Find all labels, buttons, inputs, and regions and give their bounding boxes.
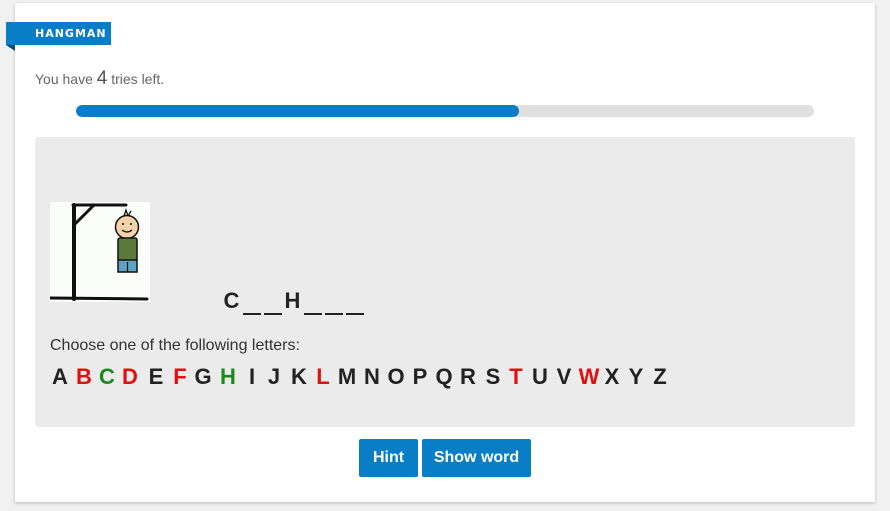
tries-count: 4: [96, 68, 108, 89]
letter-u-button[interactable]: U: [532, 363, 548, 391]
letter-s-button[interactable]: S: [486, 363, 501, 391]
letter-x-button[interactable]: X: [605, 363, 620, 391]
letter-c-button[interactable]: C: [99, 363, 115, 391]
blank-letter: [263, 287, 282, 315]
letter-a-button[interactable]: A: [52, 363, 68, 391]
letter-r-button[interactable]: R: [460, 363, 476, 391]
progress-fill: [76, 105, 519, 117]
letter-m-button[interactable]: M: [338, 363, 356, 391]
letter-z-button[interactable]: Z: [653, 363, 666, 391]
hint-button[interactable]: Hint: [359, 439, 418, 477]
revealed-letter: H: [284, 288, 301, 313]
letter-t-button[interactable]: T: [509, 363, 522, 391]
letter-prompt: Choose one of the following letters:: [50, 337, 300, 354]
hangman-drawing: [48, 203, 149, 301]
letter-d-button[interactable]: D: [122, 363, 138, 391]
letter-e-button[interactable]: E: [149, 363, 164, 391]
letter-picker: ABCDEFGHIJKLMNOPQRSTUVWXYZ: [50, 363, 680, 393]
letter-v-button[interactable]: V: [557, 363, 572, 391]
tries-progress-bar: [76, 105, 814, 117]
letter-y-button[interactable]: Y: [629, 363, 644, 391]
blank-letter: [303, 287, 322, 315]
masked-word: CH: [222, 285, 365, 315]
game-title: HANGMAN: [35, 27, 107, 40]
letter-l-button[interactable]: L: [316, 363, 329, 391]
blank-letter: [324, 287, 343, 315]
tries-prefix: You have: [35, 71, 93, 87]
hangman-figure: [48, 202, 150, 302]
revealed-letter: C: [223, 288, 240, 313]
blank-letter: [345, 287, 364, 315]
letter-q-button[interactable]: Q: [435, 363, 452, 391]
letter-g-button[interactable]: G: [194, 363, 211, 391]
letter-b-button[interactable]: B: [76, 363, 92, 391]
letter-w-button[interactable]: W: [579, 363, 600, 391]
show-word-button[interactable]: Show word: [422, 439, 531, 477]
blank-letter: [242, 287, 261, 315]
letter-o-button[interactable]: O: [387, 363, 404, 391]
letter-f-button[interactable]: F: [173, 363, 186, 391]
letter-n-button[interactable]: N: [364, 363, 380, 391]
ribbon-fold: [6, 45, 15, 51]
letter-h-button[interactable]: H: [220, 363, 236, 391]
tries-status: You have 4 tries left.: [35, 68, 164, 90]
tries-suffix: tries left.: [111, 71, 165, 87]
letter-j-button[interactable]: J: [268, 363, 280, 391]
letter-k-button[interactable]: K: [291, 363, 307, 391]
title-ribbon: HANGMAN: [6, 22, 111, 45]
letter-i-button[interactable]: I: [249, 363, 255, 391]
letter-p-button[interactable]: P: [413, 363, 428, 391]
